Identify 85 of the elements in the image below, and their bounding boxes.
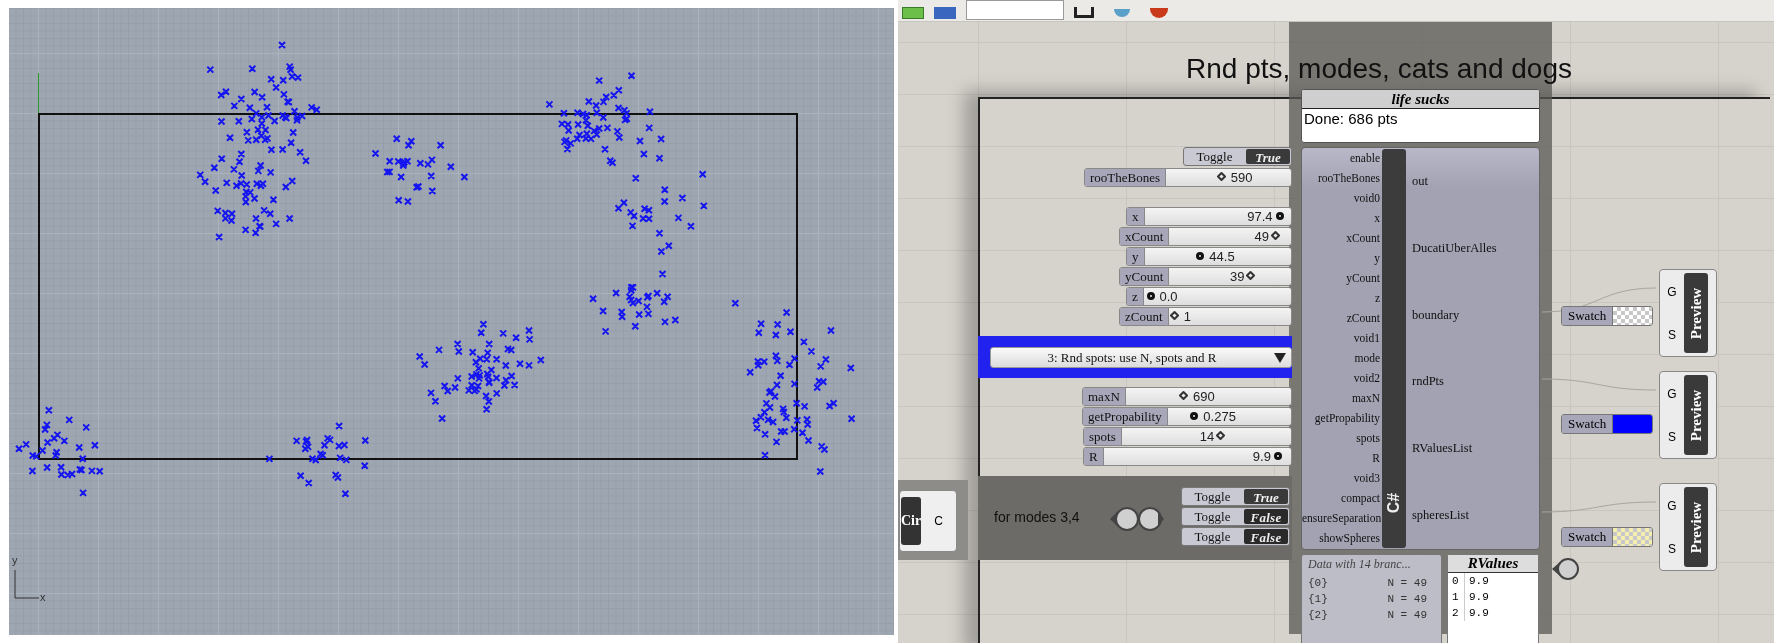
input-parameter: compact — [1340, 491, 1381, 507]
branch-count: N = 49 — [1387, 576, 1427, 591]
input-parameter: showSpheres — [1318, 531, 1381, 547]
panel-text: Done: 686 pts — [1303, 109, 1399, 128]
output-parameter: RValuesList — [1411, 441, 1473, 457]
branch-path: {2} — [1308, 608, 1328, 623]
list-panel[interactable]: RValues 0 9.9 1 9.9 2 9.9 — [1447, 554, 1539, 643]
input-parameter: G — [1667, 284, 1677, 299]
component-name-bar: Preview — [1684, 487, 1708, 567]
swatch-component[interactable]: Swatch — [1561, 414, 1653, 434]
group-label: for modes 3,4 — [994, 509, 1080, 525]
number-slider[interactable]: yCount 39 — [1119, 267, 1292, 286]
number-slider[interactable]: y 44.5 — [1126, 247, 1292, 266]
toggle-switch[interactable]: Toggle True — [1183, 147, 1292, 166]
input-parameter: void0 — [1352, 191, 1381, 206]
axis-label: y — [12, 554, 18, 566]
input-parameter: G — [1667, 498, 1677, 513]
input-parameter: G — [1667, 386, 1677, 401]
value-list-dropdown[interactable]: 3: Rnd spots: use N, spots and R — [990, 347, 1292, 368]
output-parameter: DucatiUberAlles — [1411, 240, 1497, 256]
input-parameter: enable — [1349, 151, 1381, 166]
number-slider[interactable]: rooTheBones 590 — [1084, 168, 1292, 187]
circle-component[interactable]: Cir C — [899, 490, 957, 552]
toggle-switch[interactable]: Toggle False — [1181, 527, 1290, 546]
list-index: 1 — [1452, 589, 1465, 605]
number-slider[interactable]: x 97.4 — [1126, 207, 1292, 226]
input-parameter: mode — [1353, 351, 1381, 366]
list-index: 2 — [1452, 605, 1465, 621]
input-parameter: z — [1373, 291, 1381, 306]
number-slider[interactable]: zCount 1 — [1119, 307, 1292, 326]
list-value: 9.9 — [1469, 575, 1489, 587]
caret-icon — [1273, 351, 1287, 364]
data-panel[interactable]: Data with 14 branc... {0} N = 49 {1} N = 49 {2} N = 49 — [1301, 554, 1442, 643]
list-value: 9.9 — [1469, 591, 1489, 603]
list-index: 0 — [1452, 573, 1465, 589]
output-parameter: boundary — [1411, 307, 1460, 323]
component-name-bar: Preview — [1684, 375, 1708, 455]
branch-count: N = 49 — [1387, 608, 1427, 623]
number-slider[interactable]: spots 14 — [1083, 427, 1292, 446]
text-panel[interactable]: life sucks Done: 686 pts — [1301, 89, 1540, 143]
input-parameter: zCount — [1345, 311, 1381, 326]
output-parameter: out — [1411, 173, 1428, 189]
input-parameter: yCount — [1345, 271, 1381, 287]
input-parameter: R — [1371, 451, 1381, 466]
input-parameter: ensureSeparation — [1302, 511, 1382, 527]
toggle-switch[interactable]: Toggle False — [1181, 507, 1290, 526]
input-parameter: void2 — [1352, 371, 1381, 386]
number-slider[interactable]: xCount 49 — [1119, 227, 1292, 246]
input-parameter: y — [1373, 251, 1381, 267]
input-parameter: void3 — [1352, 471, 1381, 486]
component-name-bar: C# — [1382, 149, 1406, 548]
number-slider[interactable]: z 0.0 — [1126, 287, 1292, 306]
toolbar-icon[interactable] — [1150, 8, 1168, 18]
input-parameter: spots — [1355, 431, 1381, 447]
relay-icon — [1551, 556, 1581, 582]
branch-path: {0} — [1308, 576, 1328, 591]
relay-icon — [1108, 506, 1166, 532]
zoom-field[interactable] — [966, 0, 1064, 20]
input-parameter: S — [1668, 327, 1676, 342]
script-component[interactable] — [1301, 147, 1540, 550]
panel-title: RValues — [1448, 555, 1538, 573]
branch-path: {1} — [1308, 592, 1328, 607]
swatch-component[interactable]: Swatch — [1561, 306, 1653, 326]
toggle-switch[interactable]: Toggle True — [1181, 487, 1290, 506]
axis-label: x — [40, 591, 46, 603]
output-parameter: spheresList — [1411, 508, 1469, 524]
component-name-bar: Preview — [1684, 273, 1708, 353]
output-parameter: rndPts — [1411, 374, 1444, 390]
input-parameter: S — [1668, 541, 1676, 556]
number-slider[interactable]: getPropability 0.275 — [1082, 407, 1292, 426]
branch-count: N = 49 — [1387, 592, 1427, 607]
number-slider[interactable]: R 9.9 — [1083, 447, 1292, 466]
swatch-component[interactable]: Swatch — [1561, 527, 1653, 547]
input-parameter: getPropability — [1313, 411, 1381, 427]
toolbar-icon[interactable] — [902, 7, 924, 19]
input-parameter: xCount — [1345, 231, 1381, 246]
input-parameter: S — [1668, 429, 1676, 444]
input-parameter: maxN — [1350, 391, 1381, 406]
input-parameter: rooTheBones — [1317, 171, 1381, 186]
list-value: 9.9 — [1469, 607, 1489, 619]
number-slider[interactable]: maxN 690 — [1082, 387, 1292, 406]
panel-title: Data with 14 branc... — [1307, 556, 1412, 573]
input-parameter: x — [1373, 211, 1381, 226]
panel-title: life sucks — [1302, 90, 1539, 109]
input-parameter: void1 — [1352, 331, 1381, 346]
